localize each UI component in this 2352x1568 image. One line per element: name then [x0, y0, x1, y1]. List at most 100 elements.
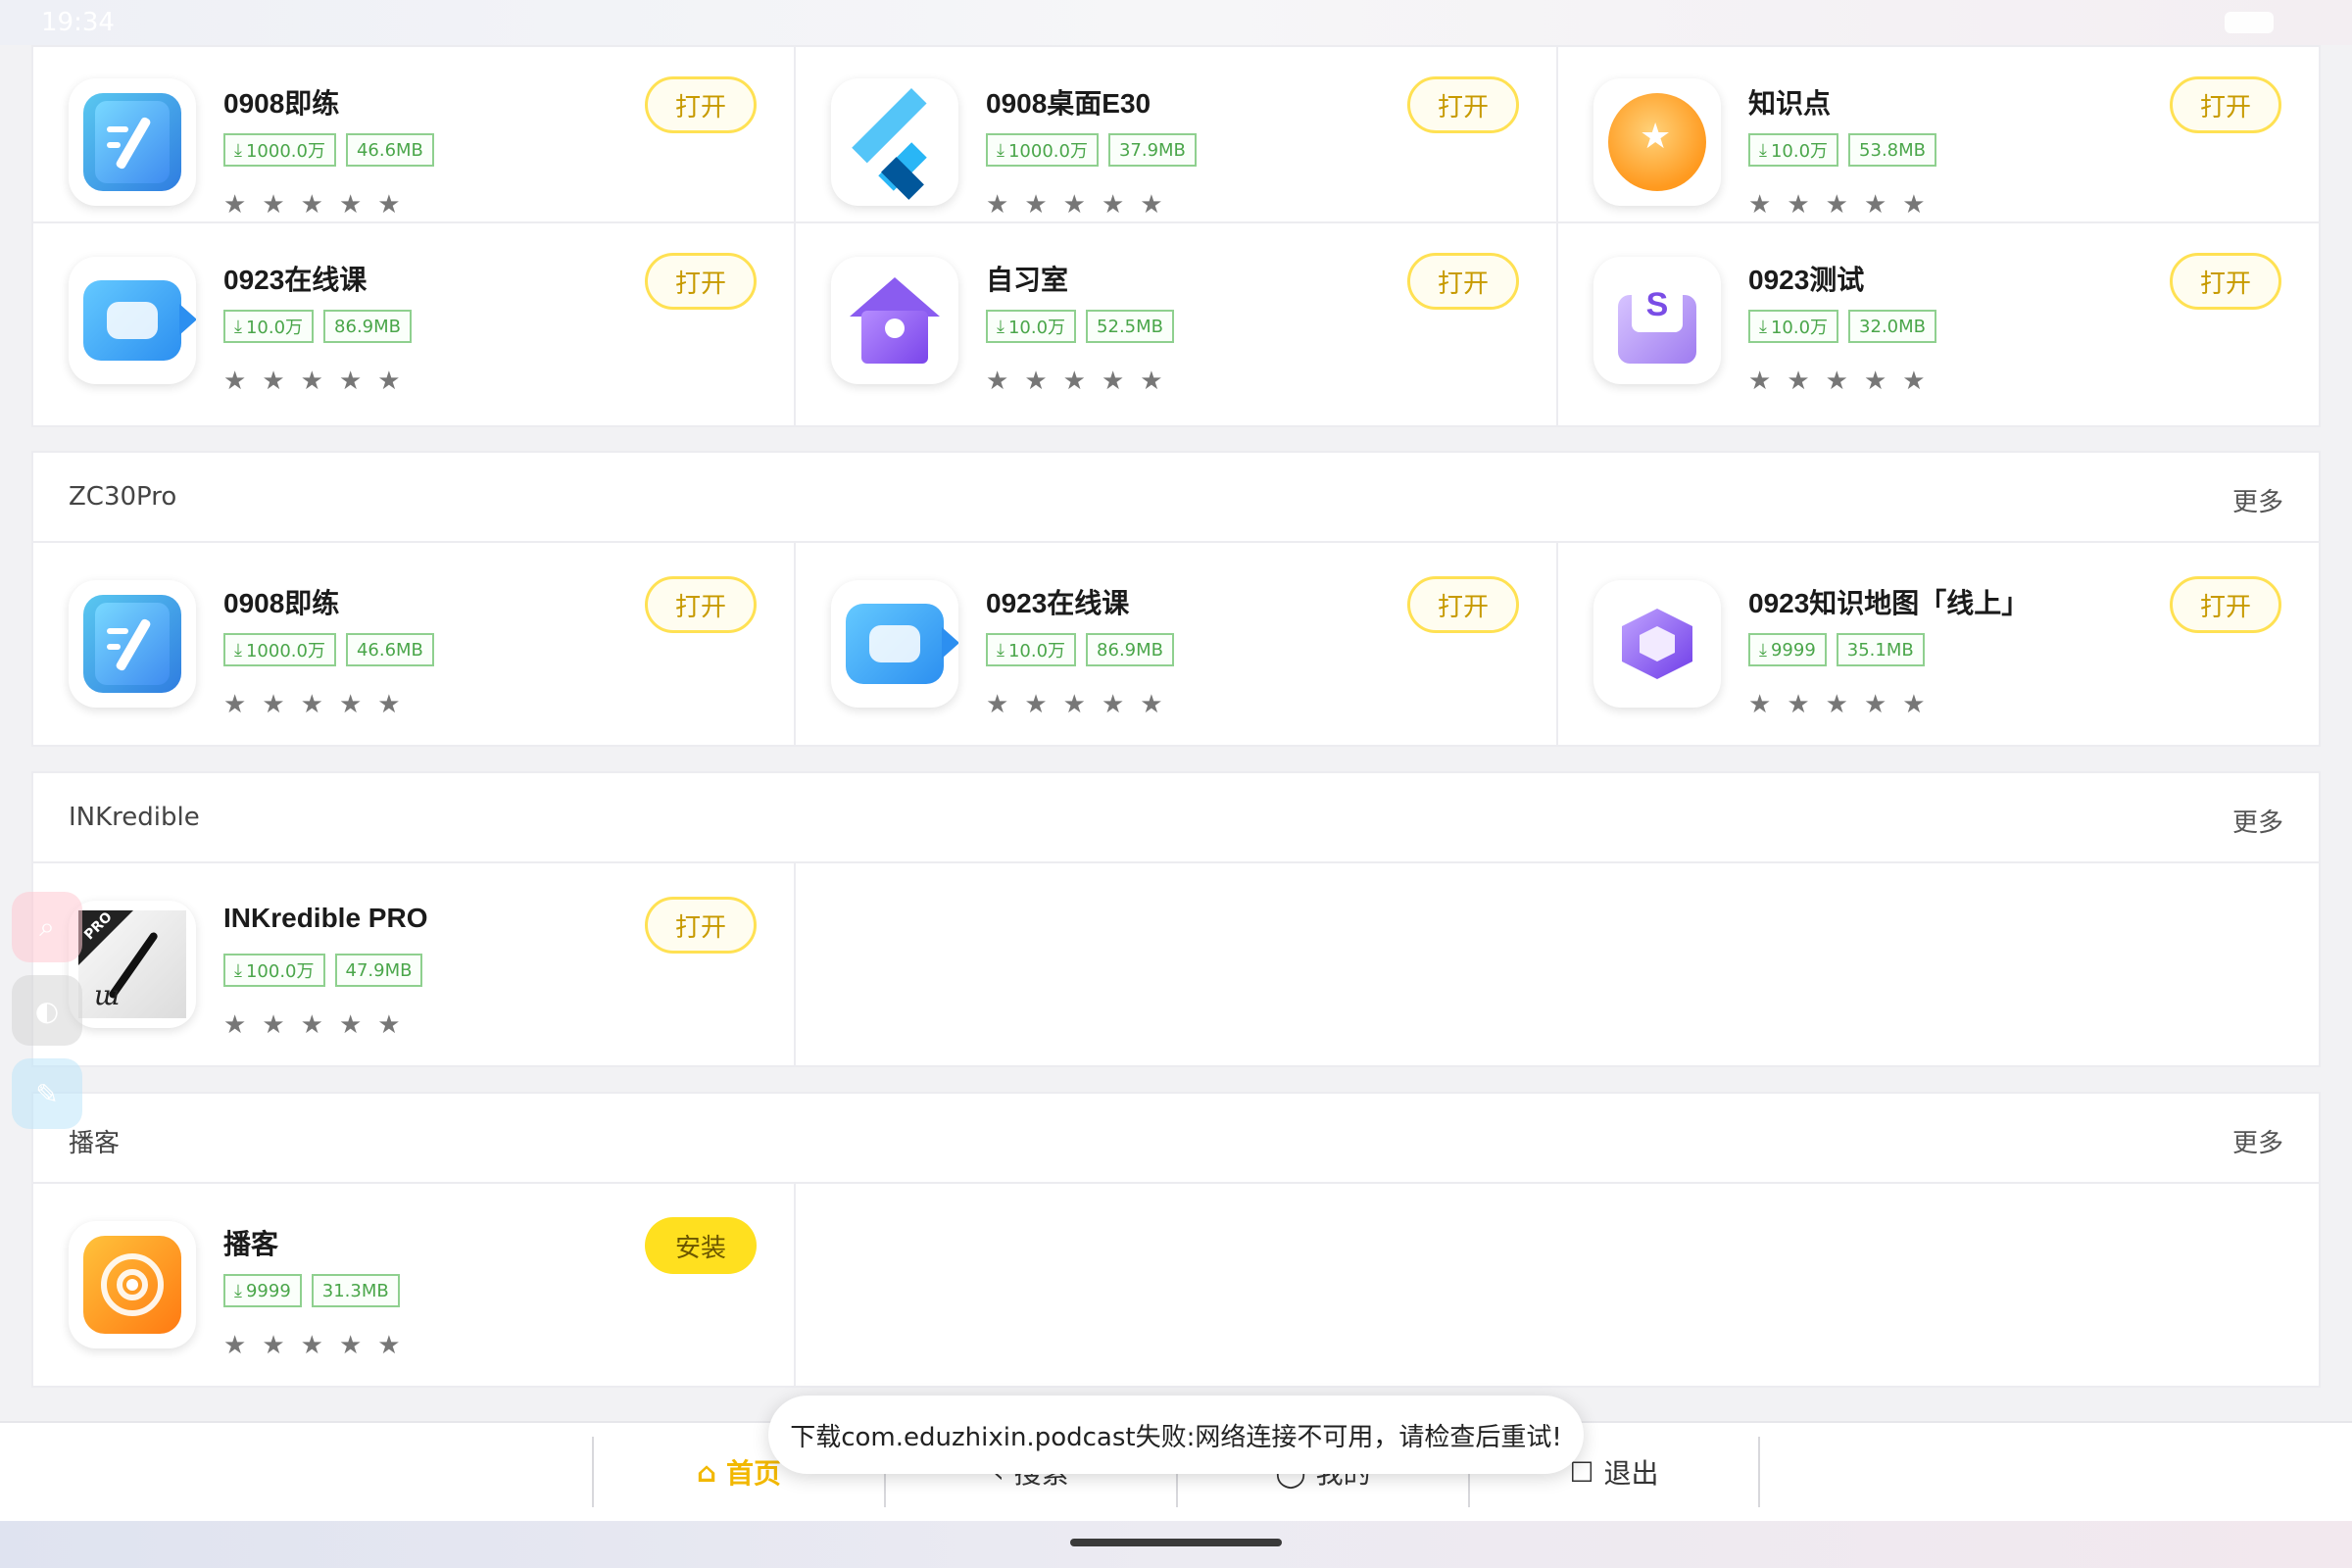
app-meta: ⤓ 9999 31.3MB	[223, 1274, 400, 1307]
app-card[interactable]: PRO ɯ INKredible PRO ⤓ 100.0万 47.9MB ★ ★ ★ ★ ★…	[33, 863, 796, 1065]
star-icon: ★	[1748, 367, 1772, 396]
open-button[interactable]: 打开	[1407, 576, 1519, 633]
video-class-icon[interactable]	[831, 580, 958, 708]
nav-label: 退出	[1603, 1457, 1659, 1490]
download-count-badge: ⤓ 100.0万	[223, 954, 325, 987]
open-button[interactable]: 打开	[2170, 76, 2281, 133]
star-icon: ★	[223, 190, 247, 220]
star-icon: ★	[1101, 690, 1125, 719]
open-button[interactable]: 打开	[645, 76, 757, 133]
open-button[interactable]: 打开	[645, 253, 757, 310]
more-link[interactable]: 更多	[2232, 1123, 2283, 1159]
install-button[interactable]: 安装	[645, 1217, 757, 1274]
download-icon: ⤓	[1759, 139, 1767, 161]
star-icon: ★	[262, 1331, 285, 1360]
app-card[interactable]: 0923在线课 ⤓ 10.0万 86.9MB ★ ★ ★ ★ ★ 打开	[33, 223, 796, 425]
app-card[interactable]: 0908桌面E30 ⤓ 1000.0万 37.9MB ★ ★ ★ ★ ★ 打开	[796, 47, 1558, 221]
star-icon: ★	[262, 690, 285, 719]
star-icon: ★	[1825, 190, 1848, 220]
star-icon: ★	[1863, 190, 1887, 220]
app-card[interactable]: 自习室 ⤓ 10.0万 52.5MB ★ ★ ★ ★ ★ 打开	[796, 223, 1558, 425]
app-meta: ⤓ 1000.0万 46.6MB	[223, 633, 434, 666]
app-card[interactable]: 0908即练 ⤓ 1000.0万 46.6MB ★ ★ ★ ★ ★ 打开	[33, 543, 796, 745]
rating-stars: ★ ★ ★ ★ ★	[986, 367, 1163, 396]
app-card[interactable]: 0923知识地图「线上」 ⤓ 9999 35.1MB ★ ★ ★ ★ ★ 打开	[1558, 543, 2319, 745]
app-name: 知识点	[1748, 88, 1832, 119]
notebook-pen-icon[interactable]	[69, 580, 196, 708]
home-icon: ⌂	[696, 1455, 717, 1489]
hexagon-map-icon[interactable]	[1593, 580, 1721, 708]
rating-stars: ★ ★ ★ ★ ★	[223, 367, 401, 396]
section-header-podcast: 播客 更多	[31, 1092, 2321, 1184]
star-icon: ★	[1863, 690, 1887, 719]
app-card[interactable]: 0908即练 ⤓ 1000.0万 46.6MB ★ ★ ★ ★ ★ 打开	[33, 47, 796, 221]
app-card[interactable]: 0923在线课 ⤓ 10.0万 86.9MB ★ ★ ★ ★ ★ 打开	[796, 543, 1558, 745]
size-badge: 31.3MB	[311, 1274, 400, 1307]
open-button[interactable]: 打开	[645, 576, 757, 633]
open-button[interactable]: 打开	[645, 897, 757, 954]
download-icon: ⤓	[997, 316, 1004, 337]
app-name: 0923测试	[1748, 265, 1865, 295]
star-icon: ★	[1024, 190, 1048, 220]
rating-stars: ★ ★ ★ ★ ★	[223, 190, 401, 220]
star-icon: ★	[1825, 690, 1848, 719]
star-icon: ★	[223, 1010, 247, 1040]
video-class-icon[interactable]	[69, 257, 196, 384]
notebook-pen-icon[interactable]	[69, 78, 196, 206]
app-row: 0908即练 ⤓ 1000.0万 46.6MB ★ ★ ★ ★ ★ 打开 0923在线课 …	[31, 541, 2321, 747]
size-badge: 86.9MB	[1086, 633, 1175, 666]
rating-stars: ★ ★ ★ ★ ★	[1748, 367, 1926, 396]
podcast-icon[interactable]	[69, 1221, 196, 1348]
star-icon: ★	[338, 190, 363, 220]
open-button[interactable]: 打开	[2170, 576, 2281, 633]
star-icon: ★	[1748, 190, 1772, 220]
app-name: 自习室	[986, 265, 1069, 295]
rating-stars: ★ ★ ★ ★ ★	[223, 1331, 401, 1360]
star-icon: ★	[1140, 690, 1163, 719]
test-paper-icon[interactable]: S	[1593, 257, 1721, 384]
flutter-icon[interactable]	[831, 78, 958, 206]
inkredible-pen-icon[interactable]: PRO ɯ	[69, 901, 196, 1028]
star-icon: ★	[223, 367, 247, 396]
contrast-icon[interactable]: ◐	[12, 975, 82, 1046]
star-icon: ★	[1140, 190, 1163, 220]
size-badge: 37.9MB	[1107, 133, 1197, 167]
download-count-badge: ⤓ 1000.0万	[223, 633, 336, 666]
star-icon: ★	[262, 1010, 285, 1040]
size-badge: 32.0MB	[1848, 310, 1937, 343]
zoom-icon[interactable]: ⌕	[12, 892, 82, 962]
star-icon: ★	[1902, 190, 1926, 220]
lightbulb-star-icon[interactable]	[1593, 78, 1721, 206]
app-name: 0923在线课	[986, 588, 1130, 618]
star-icon: ★	[223, 1331, 247, 1360]
home-gesture-bar[interactable]	[1070, 1539, 1282, 1546]
open-button[interactable]: 打开	[1407, 76, 1519, 133]
download-count-badge: ⤓ 9999	[223, 1274, 302, 1307]
size-badge: 35.1MB	[1836, 633, 1925, 666]
color-picker-icon[interactable]: ✎	[12, 1058, 82, 1129]
star-icon: ★	[338, 367, 363, 396]
download-icon: ⤓	[997, 639, 1004, 661]
open-button[interactable]: 打开	[2170, 253, 2281, 310]
section-title: ZC30Pro	[69, 482, 177, 512]
app-name: 0923知识地图「线上」	[1748, 588, 2030, 618]
star-icon: ★	[1825, 367, 1848, 396]
star-icon: ★	[1787, 690, 1810, 719]
app-meta: ⤓ 100.0万 47.9MB	[223, 954, 423, 987]
star-icon: ★	[262, 190, 285, 220]
section-title: 播客	[69, 1129, 121, 1158]
app-card[interactable]: 知识点 ⤓10.0万 53.8MB ★ ★ ★ ★ ★ 打开	[1558, 47, 2319, 221]
size-badge: 53.8MB	[1848, 133, 1937, 167]
download-count-badge: ⤓ 9999	[1748, 633, 1827, 666]
open-button[interactable]: 打开	[1407, 253, 1519, 310]
more-link[interactable]: 更多	[2232, 803, 2283, 839]
study-house-icon[interactable]	[831, 257, 958, 384]
star-icon: ★	[1101, 367, 1125, 396]
more-link[interactable]: 更多	[2232, 482, 2283, 518]
star-icon: ★	[1140, 367, 1163, 396]
star-icon: ★	[1101, 190, 1125, 220]
app-card[interactable]: 播客 ⤓ 9999 31.3MB ★ ★ ★ ★ ★ 安装	[33, 1184, 796, 1386]
star-icon: ★	[1062, 690, 1086, 719]
app-card[interactable]: S 0923测试 ⤓ 10.0万 32.0MB ★ ★ ★ ★ ★ 打开	[1558, 223, 2319, 425]
star-icon: ★	[986, 367, 1009, 396]
